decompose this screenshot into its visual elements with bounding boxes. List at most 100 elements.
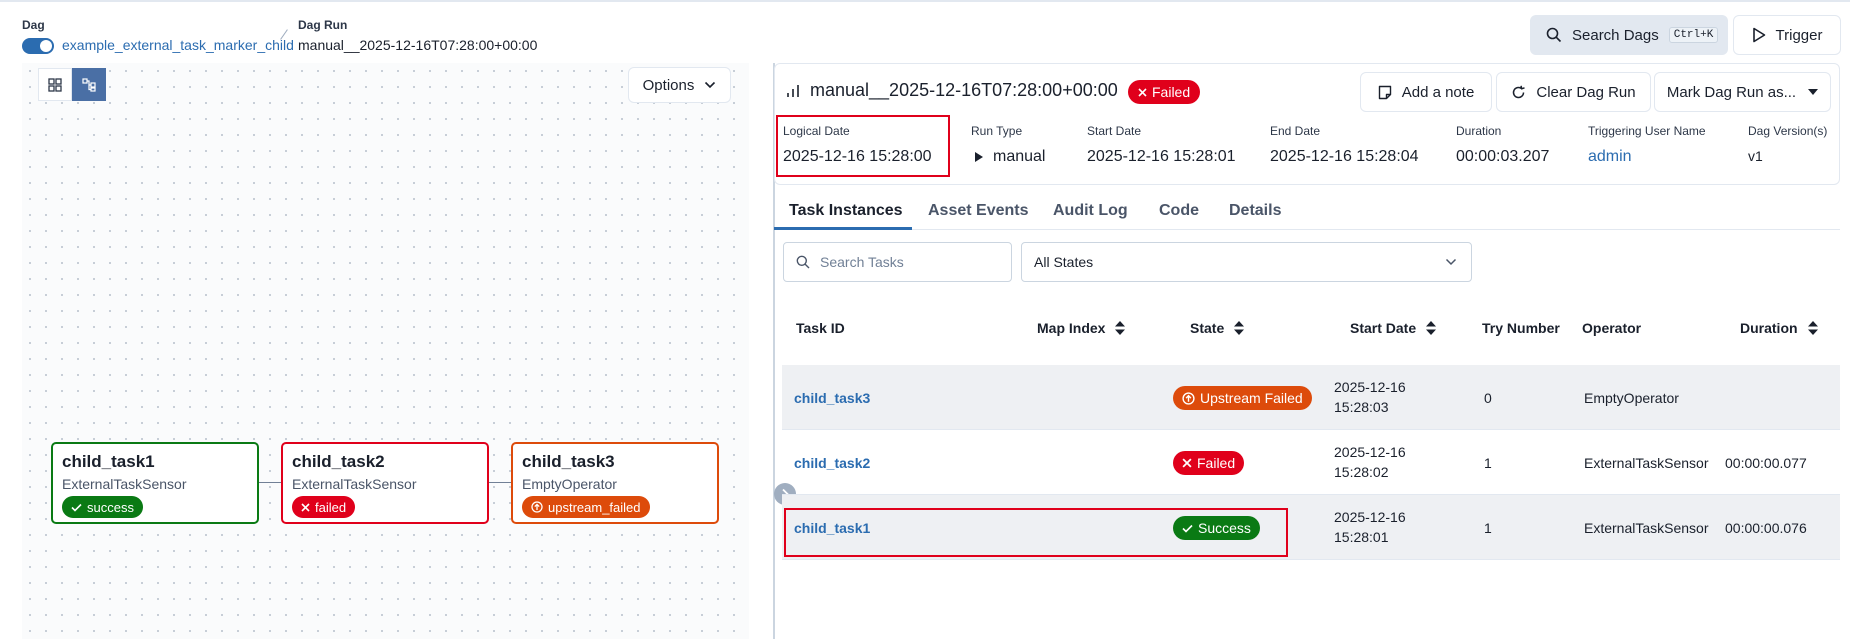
state-filter-value: All States xyxy=(1034,254,1094,270)
graph-node-child-task1[interactable]: child_task1 ExternalTaskSensor success xyxy=(51,442,259,524)
chevron-down-icon xyxy=(705,81,716,89)
graph-node-child-task3[interactable]: child_task3 EmptyOperator upstream_faile… xyxy=(511,442,719,524)
node-task-name: child_task1 xyxy=(62,452,155,471)
column-header-start-date[interactable]: Start Date xyxy=(1350,320,1437,336)
start-date-time: 15:28:02 xyxy=(1334,464,1389,480)
end-date-label: End Date xyxy=(1270,124,1321,138)
start-date-day: 2025-12-16 xyxy=(1334,444,1406,460)
node-task-name: child_task2 xyxy=(292,452,385,471)
search-dags-button[interactable]: Search Dags Ctrl+K xyxy=(1530,15,1728,55)
triggering-user-label: Triggering User Name xyxy=(1588,124,1706,138)
note-icon xyxy=(1378,85,1391,99)
dag-version-label: Dag Version(s) xyxy=(1748,124,1828,138)
grid-view-button[interactable] xyxy=(38,68,72,101)
x-icon xyxy=(301,502,310,512)
column-header-state[interactable]: State xyxy=(1190,320,1245,336)
try-number-cell: 1 xyxy=(1484,455,1492,471)
clear-dag-run-label: Clear Dag Run xyxy=(1536,83,1636,101)
task-id-link[interactable]: child_task2 xyxy=(794,455,870,471)
state-filter-select[interactable]: All States xyxy=(1021,242,1472,282)
mark-dag-run-button[interactable]: Mark Dag Run as... xyxy=(1654,72,1831,112)
table-row[interactable]: child_task2 Failed 2025-12-16 15:28:02 1… xyxy=(782,430,1840,495)
upstream-failed-icon xyxy=(531,501,543,513)
start-date-cell: 2025-12-16 15:28:01 xyxy=(1334,507,1406,547)
breadcrumb-run-label: Dag Run xyxy=(298,18,348,32)
start-date-time: 15:28:01 xyxy=(1334,529,1389,545)
column-header-label: Task ID xyxy=(796,320,845,336)
sort-icon xyxy=(1426,321,1437,335)
node-state-badge: failed xyxy=(292,496,356,518)
start-date-day: 2025-12-16 xyxy=(1334,379,1406,395)
column-header-map-index[interactable]: Map Index xyxy=(1037,320,1126,336)
duration-value: 00:00:03.207 xyxy=(1456,148,1550,165)
graph-node-child-task2[interactable]: child_task2 ExternalTaskSensor failed xyxy=(281,442,489,524)
node-operator: ExternalTaskSensor xyxy=(62,476,187,492)
x-icon xyxy=(1138,87,1147,97)
state-label: Failed xyxy=(1197,455,1236,471)
operator-cell: ExternalTaskSensor xyxy=(1584,520,1709,536)
column-header-label: State xyxy=(1190,320,1225,336)
column-header-task-id[interactable]: Task ID xyxy=(796,320,845,336)
duration-cell: 00:00:00.076 xyxy=(1725,520,1807,536)
tab-details[interactable]: Details xyxy=(1229,194,1281,230)
play-icon xyxy=(1752,27,1765,43)
highlight-box xyxy=(784,508,1288,557)
node-state-label: upstream_failed xyxy=(548,499,641,515)
x-icon xyxy=(1182,458,1192,468)
trigger-button[interactable]: Trigger xyxy=(1733,15,1841,55)
graph-view-button[interactable] xyxy=(72,68,106,101)
node-state-label: success xyxy=(87,499,134,515)
node-operator: EmptyOperator xyxy=(522,476,617,492)
breadcrumb-dag-label: Dag xyxy=(22,18,45,32)
triggering-user-link[interactable]: admin xyxy=(1588,148,1632,166)
duration-cell: 00:00:00.077 xyxy=(1725,455,1807,471)
highlight-box xyxy=(776,115,950,177)
column-header-operator[interactable]: Operator xyxy=(1582,320,1641,336)
task-id-link[interactable]: child_task3 xyxy=(794,390,870,406)
dag-version-value: v1 xyxy=(1748,148,1763,164)
column-header-try-number[interactable]: Try Number xyxy=(1482,320,1560,336)
clear-dag-run-button[interactable]: Clear Dag Run xyxy=(1496,72,1651,112)
search-dags-label: Search Dags xyxy=(1572,26,1659,44)
start-date-value: 2025-12-16 15:28:01 xyxy=(1087,148,1236,165)
tab-code[interactable]: Code xyxy=(1159,194,1199,230)
dag-run-state-badge: Failed xyxy=(1128,80,1201,104)
run-tabs: Task Instances Asset Events Audit Log Co… xyxy=(774,194,1840,230)
node-operator: ExternalTaskSensor xyxy=(292,476,417,492)
state-badge: Failed xyxy=(1173,451,1245,475)
bar-chart-icon xyxy=(787,85,799,97)
search-tasks-field[interactable] xyxy=(783,242,1012,282)
end-date-value: 2025-12-16 15:28:04 xyxy=(1270,148,1419,165)
state-badge: Upstream Failed xyxy=(1173,386,1312,410)
state-label: Upstream Failed xyxy=(1200,390,1303,406)
dag-run-title: manual__2025-12-16T07:28:00+00:00 xyxy=(810,80,1118,100)
node-state-badge: success xyxy=(62,496,143,518)
view-toggle xyxy=(38,68,106,101)
breadcrumb-run-id[interactable]: manual__2025-12-16T07:28:00+00:00 xyxy=(298,37,537,53)
tab-task-instances[interactable]: Task Instances xyxy=(774,194,912,230)
mark-dag-run-label: Mark Dag Run as... xyxy=(1666,83,1797,101)
column-header-label: Operator xyxy=(1582,320,1642,336)
tab-asset-events[interactable]: Asset Events xyxy=(928,194,1029,230)
start-date-day: 2025-12-16 xyxy=(1334,509,1406,525)
table-row[interactable]: child_task3 Upstream Failed 2025-12-16 1… xyxy=(782,365,1840,430)
column-header-duration[interactable]: Duration xyxy=(1740,320,1818,336)
add-note-label: Add a note xyxy=(1401,83,1475,101)
start-date-label: Start Date xyxy=(1087,124,1142,138)
search-icon xyxy=(796,255,810,269)
sort-icon xyxy=(1115,321,1126,335)
search-icon xyxy=(1546,27,1562,43)
sort-icon xyxy=(1234,321,1245,335)
column-header-label: Duration xyxy=(1740,320,1798,336)
search-tasks-input[interactable] xyxy=(820,254,1000,270)
column-header-label: Try Number xyxy=(1482,320,1560,336)
graph-options-button[interactable]: Options xyxy=(628,67,731,103)
dag-pause-toggle[interactable] xyxy=(22,38,54,54)
sort-icon xyxy=(1807,321,1818,335)
breadcrumb-dag-link[interactable]: example_external_task_marker_child xyxy=(62,37,294,53)
add-note-button[interactable]: Add a note xyxy=(1360,72,1492,112)
tab-audit-log[interactable]: Audit Log xyxy=(1053,194,1128,230)
chevron-down-icon xyxy=(1445,258,1457,266)
trigger-label: Trigger xyxy=(1775,26,1823,44)
graph-canvas[interactable] xyxy=(22,63,749,639)
